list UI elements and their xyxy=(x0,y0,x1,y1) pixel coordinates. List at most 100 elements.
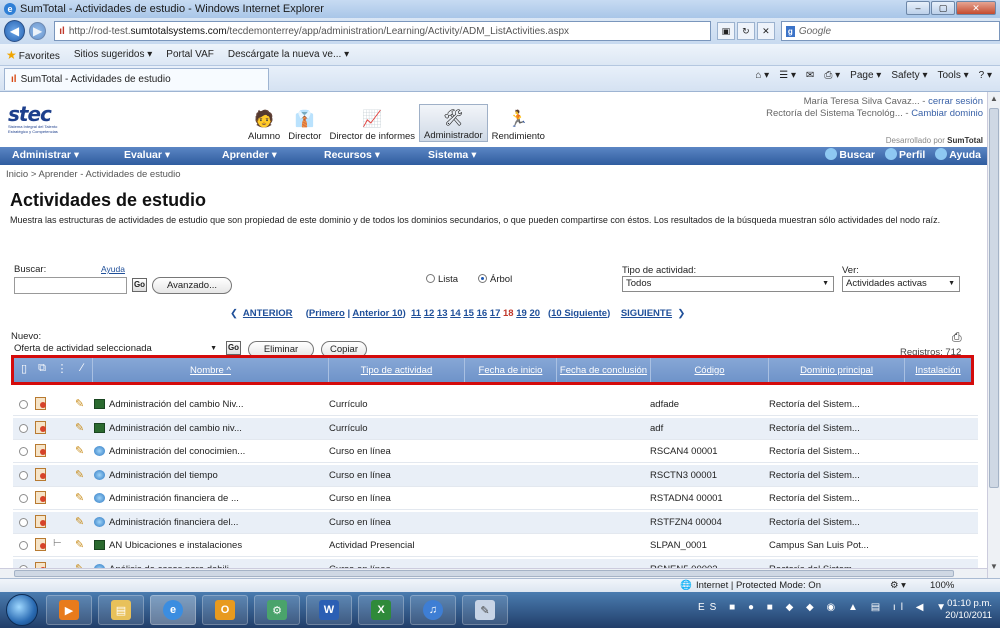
row-select-radio[interactable] xyxy=(19,470,28,480)
menu-evaluar[interactable]: Evaluar ▾ xyxy=(124,149,170,161)
maximize-button[interactable]: ▢ xyxy=(931,1,955,15)
taskbar-network[interactable]: ⚙ xyxy=(254,595,300,625)
horizontal-scrollbar[interactable] xyxy=(0,568,987,578)
edit-pencil-icon[interactable]: ✎ xyxy=(75,538,84,551)
row-select-radio[interactable] xyxy=(19,400,28,409)
cell-name[interactable]: Administración del cambio niv... xyxy=(109,423,319,434)
search-input[interactable] xyxy=(14,277,127,294)
cell-name[interactable]: Administración del conocimien... xyxy=(109,446,319,457)
role-rendimiento[interactable]: 🏃 Rendimiento xyxy=(488,104,549,142)
page-14[interactable]: 14 xyxy=(450,308,461,319)
row-select-radio[interactable] xyxy=(19,541,28,550)
back-button[interactable]: ◀ xyxy=(4,20,26,42)
view-details-icon[interactable] xyxy=(35,444,46,457)
cell-name[interactable]: AN Ubicaciones e instalaciones xyxy=(109,540,319,551)
menu-administrar[interactable]: Administrar ▾ xyxy=(12,149,79,161)
view-details-icon[interactable] xyxy=(35,491,46,504)
edit-pencil-icon[interactable]: ✎ xyxy=(75,515,84,528)
browser-tab[interactable]: ıl SumTotal - Actividades de estudio xyxy=(4,67,269,90)
edit-pencil-icon[interactable]: ✎ xyxy=(75,491,84,504)
scroll-down-icon[interactable]: ▼ xyxy=(988,562,1000,574)
stec-logo[interactable]: stec Sistema Integral del Talento Estrat… xyxy=(8,104,66,134)
menu-sistema[interactable]: Sistema ▾ xyxy=(428,149,476,161)
view-details-icon[interactable] xyxy=(35,467,46,481)
menu-aprender[interactable]: Aprender ▾ xyxy=(222,149,277,161)
role-director[interactable]: 👔 Director xyxy=(284,104,325,142)
view-details-icon[interactable] xyxy=(35,420,46,434)
taskbar-outlook[interactable]: O xyxy=(202,595,248,625)
edit-pencil-icon[interactable]: ✎ xyxy=(75,421,84,434)
col-tipo-actividad[interactable]: Tipo de actividad xyxy=(328,358,464,382)
pager-next[interactable]: SIGUIENTE xyxy=(621,308,672,319)
page-11[interactable]: 11 xyxy=(411,308,421,319)
print-icon[interactable]: ⎙ ▾ xyxy=(824,70,840,81)
table-row[interactable]: ⊢ ✎ AN Ubicaciones e instalaciones Activida… xyxy=(13,535,978,557)
safety-menu[interactable]: Safety ▾ xyxy=(891,70,927,81)
print-grid-icon[interactable]: ⎙ xyxy=(952,330,962,345)
activity-type-select[interactable]: Todos ▼ xyxy=(622,276,834,292)
page-17[interactable]: 17 xyxy=(490,308,501,319)
role-administrador[interactable]: 🛠 Administrador xyxy=(419,104,488,142)
taskbar-word[interactable]: W xyxy=(306,595,352,625)
protected-mode-status[interactable]: Internet | Protected Mode: On xyxy=(696,580,821,591)
security-icon[interactable]: ⚙ ▾ xyxy=(890,580,906,591)
view-details-icon[interactable] xyxy=(35,514,46,528)
view-details-icon[interactable] xyxy=(35,538,46,551)
pager-next10[interactable]: 10 Siguiente xyxy=(551,308,607,319)
view-list-option[interactable]: Lista xyxy=(426,274,458,285)
refresh-icon[interactable]: ↻ xyxy=(736,22,755,40)
minimize-button[interactable]: – xyxy=(906,1,930,15)
taskbar-ie[interactable]: e xyxy=(150,595,196,625)
col-fecha-inicio[interactable]: Fecha de inicio xyxy=(464,358,556,382)
cell-name[interactable]: Administración financiera del... xyxy=(109,517,319,528)
search-menu-button[interactable]: Buscar xyxy=(825,148,875,161)
tools-menu[interactable]: Tools ▾ xyxy=(937,70,968,81)
cell-name[interactable]: Administración financiera de ... xyxy=(109,493,319,504)
table-row[interactable]: ✎ Administración del conocimien... Curso e… xyxy=(13,441,978,463)
taskbar-paint[interactable]: ✎ xyxy=(462,595,508,625)
taskbar-excel[interactable]: X xyxy=(358,595,404,625)
page-15[interactable]: 15 xyxy=(463,308,474,319)
breadcrumb[interactable]: Inicio > Aprender - Actividades de estud… xyxy=(6,169,181,180)
page-16[interactable]: 16 xyxy=(477,308,488,319)
change-domain-link[interactable]: Cambiar dominio xyxy=(911,108,983,119)
row-select-radio[interactable] xyxy=(19,517,28,527)
taskbar-media[interactable]: ▶ xyxy=(46,595,92,625)
vertical-scrollbar[interactable]: ▲ ▼ xyxy=(987,92,1000,578)
edit-pencil-icon[interactable]: ✎ xyxy=(75,468,84,481)
system-tray-icons[interactable]: ES ■ ● ■ ◆ ◆ ◉ ▲ ▤ ıl ◀ ▼ xyxy=(698,602,951,613)
view-details-icon[interactable] xyxy=(35,397,46,410)
taskbar-itunes[interactable]: ♫ xyxy=(410,595,456,625)
col-codigo[interactable]: Código xyxy=(650,358,768,382)
row-select-radio[interactable] xyxy=(19,423,28,433)
scroll-thumb[interactable] xyxy=(989,108,999,488)
page-13[interactable]: 13 xyxy=(437,308,448,319)
role-director-informes[interactable]: 📈 Director de informes xyxy=(325,104,419,142)
row-select-radio[interactable] xyxy=(19,494,28,503)
row-select-radio[interactable] xyxy=(19,447,28,456)
cell-name[interactable]: Administración del tiempo xyxy=(109,470,319,481)
advanced-search-button[interactable]: Avanzado... xyxy=(152,277,232,294)
page-menu[interactable]: Page ▾ xyxy=(850,70,881,81)
view-tree-option[interactable]: Árbol xyxy=(478,274,512,285)
table-row[interactable]: ✎ Administración del tiempo Curso en línea… xyxy=(13,464,978,487)
forward-button[interactable]: ▶ xyxy=(29,22,47,40)
download-link[interactable]: Descárgate la nueva ve... ▾ xyxy=(228,49,349,60)
page-20[interactable]: 20 xyxy=(529,308,540,319)
pager-prev[interactable]: ANTERIOR xyxy=(243,308,293,319)
list-radio[interactable] xyxy=(426,274,435,283)
col-instalacion[interactable]: Instalación xyxy=(904,358,971,382)
compat-view-icon[interactable]: ▣ xyxy=(716,22,735,40)
hscroll-thumb[interactable] xyxy=(14,570,954,577)
menu-recursos[interactable]: Recursos ▾ xyxy=(324,149,380,161)
edit-pencil-icon[interactable]: ✎ xyxy=(75,444,84,457)
mail-icon[interactable]: ✉ xyxy=(806,70,814,81)
profile-menu-button[interactable]: Perfil xyxy=(885,148,925,161)
portal-vaf-link[interactable]: Portal VAF xyxy=(166,49,214,60)
view-select[interactable]: Actividades activas ▼ xyxy=(842,276,960,292)
table-row[interactable]: ✎ Administración financiera del... Curso e… xyxy=(13,511,978,534)
tree-node-icon[interactable]: ⊢ xyxy=(53,538,62,549)
url-field[interactable]: ıl http://rod-test. sumtotalsystems.com/t… xyxy=(54,21,711,41)
start-button[interactable] xyxy=(6,594,38,626)
col-dominio-principal[interactable]: Dominio principal xyxy=(768,358,904,382)
